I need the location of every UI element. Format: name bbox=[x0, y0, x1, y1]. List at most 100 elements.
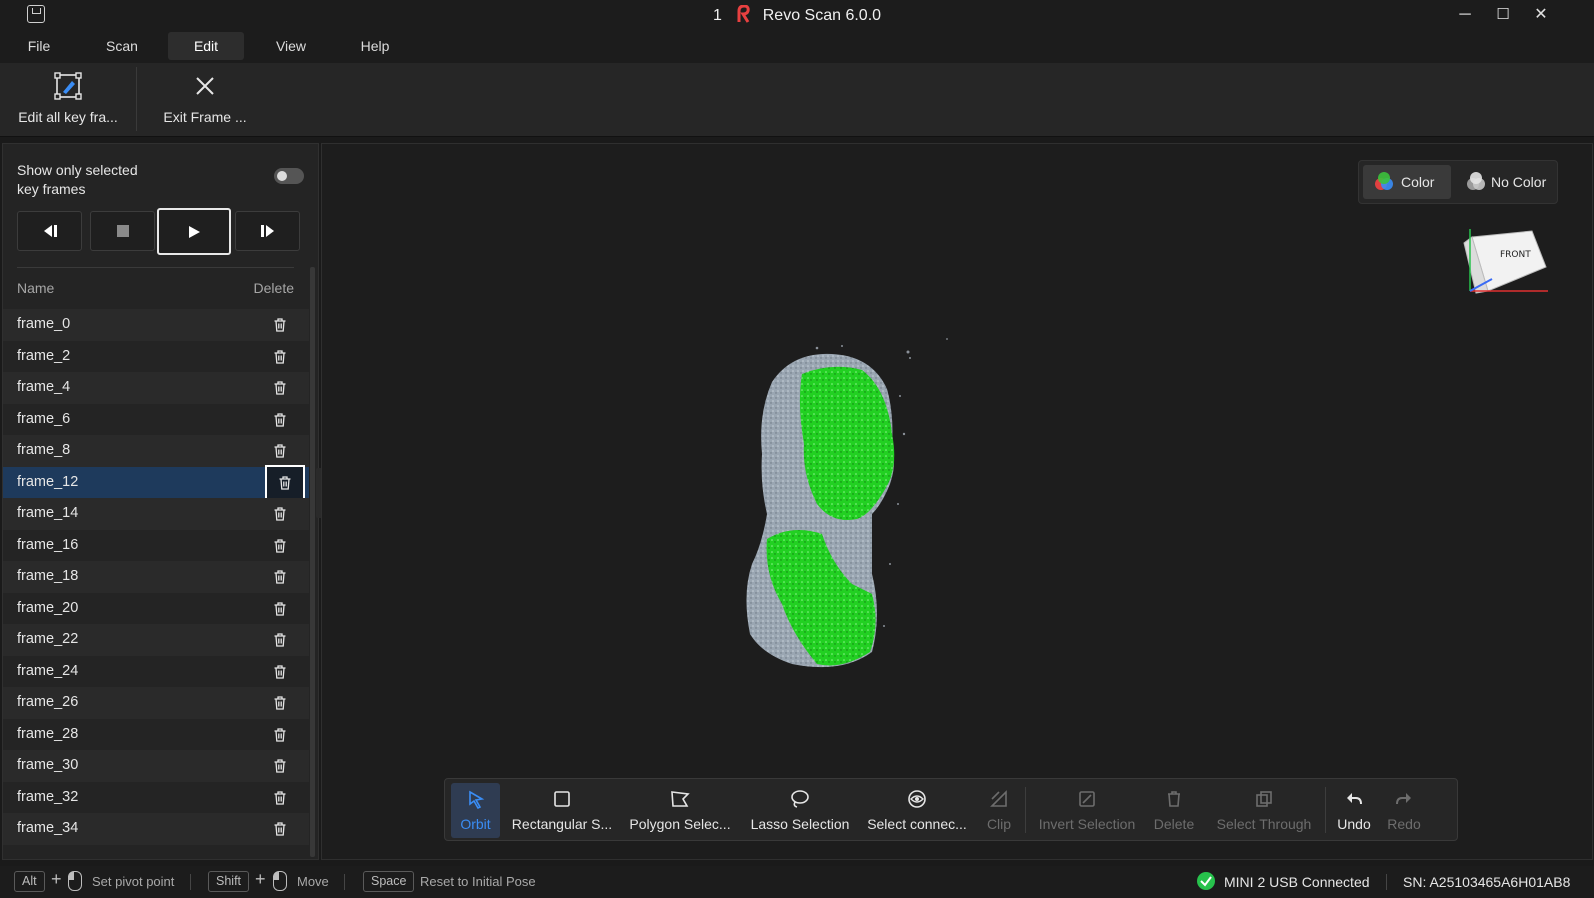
frame-row[interactable]: frame_6 bbox=[3, 403, 309, 435]
frame-row[interactable]: frame_2 bbox=[3, 340, 309, 372]
title-text: Revo Scan 6.0.0 bbox=[762, 7, 882, 24]
next-frame-button[interactable] bbox=[235, 211, 300, 251]
minimize-button[interactable]: ─ bbox=[1450, 4, 1480, 26]
view-cube[interactable]: FRONT bbox=[1462, 227, 1552, 299]
show-selected-label: Show only selected key frames bbox=[17, 161, 217, 199]
delete-frame-button[interactable] bbox=[269, 787, 291, 809]
frame-name: frame_34 bbox=[17, 820, 79, 836]
status-divider bbox=[190, 874, 191, 890]
edit-all-key-frames-label: Edit all key fra... bbox=[18, 109, 118, 125]
select-connected-tool[interactable]: Select connec... bbox=[863, 783, 971, 838]
frame-list-scrollbar[interactable] bbox=[310, 267, 315, 857]
trash-icon bbox=[274, 759, 286, 773]
frame-row[interactable]: frame_18 bbox=[3, 561, 309, 593]
color-label: Color bbox=[1401, 174, 1435, 190]
delete-frame-button[interactable] bbox=[269, 818, 291, 840]
color-mode-button[interactable]: Color bbox=[1363, 165, 1451, 199]
delete-frame-button[interactable] bbox=[265, 464, 305, 501]
delete-frame-button[interactable] bbox=[269, 598, 291, 620]
color-circles-icon bbox=[1375, 172, 1393, 190]
delete-frame-button[interactable] bbox=[269, 377, 291, 399]
frame-row[interactable]: frame_8 bbox=[3, 435, 309, 467]
delete-frame-button[interactable] bbox=[269, 409, 291, 431]
frame-name: frame_30 bbox=[17, 757, 79, 773]
trash-icon bbox=[274, 349, 286, 364]
delete-frame-button[interactable] bbox=[269, 566, 291, 588]
trash-icon bbox=[274, 444, 286, 458]
play-button[interactable] bbox=[157, 208, 231, 255]
delete-tool[interactable]: Delete bbox=[1149, 783, 1199, 838]
select-through-tool[interactable]: Select Through bbox=[1209, 783, 1319, 838]
menu-help[interactable]: Help bbox=[350, 32, 400, 60]
selection-toolbar: Orbit Rectangular S... Polygon Selec... … bbox=[444, 778, 1458, 841]
plus-sign: + bbox=[51, 869, 62, 889]
stop-button[interactable] bbox=[90, 211, 155, 251]
clip-tool[interactable]: Clip bbox=[979, 783, 1019, 838]
frame-row[interactable]: frame_30 bbox=[3, 750, 309, 782]
maximize-button[interactable]: ☐ bbox=[1488, 4, 1518, 26]
move-hint: Move bbox=[297, 874, 329, 889]
frame-row[interactable]: frame_4 bbox=[3, 372, 309, 404]
close-button[interactable]: ✕ bbox=[1526, 4, 1556, 26]
delete-frame-button[interactable] bbox=[269, 314, 291, 336]
frame-row[interactable]: frame_28 bbox=[3, 718, 309, 750]
frame-row[interactable]: frame_14 bbox=[3, 498, 309, 530]
show-selected-label-line1: Show only selected bbox=[17, 162, 138, 178]
no-color-mode-button[interactable]: No Color bbox=[1455, 165, 1555, 199]
frame-row[interactable]: frame_0 bbox=[3, 309, 309, 341]
invert-selection-label: Invert Selection bbox=[1038, 816, 1136, 832]
menu-scan[interactable]: Scan bbox=[97, 32, 147, 60]
redo-button[interactable]: Redo bbox=[1381, 783, 1427, 838]
exit-frame-button[interactable]: Exit Frame ... bbox=[150, 63, 260, 137]
delete-frame-button[interactable] bbox=[269, 440, 291, 462]
orbit-tool[interactable]: Orbit bbox=[451, 783, 500, 838]
frame-row[interactable]: frame_12 bbox=[3, 464, 309, 501]
ribbon-divider bbox=[136, 67, 137, 131]
undo-label: Undo bbox=[1337, 816, 1371, 832]
show-selected-toggle[interactable] bbox=[274, 168, 304, 184]
rectangular-selection-tool[interactable]: Rectangular S... bbox=[509, 783, 615, 838]
play-icon bbox=[189, 225, 200, 238]
invert-selection-tool[interactable]: Invert Selection bbox=[1033, 783, 1141, 838]
frame-row[interactable]: frame_32 bbox=[3, 781, 309, 813]
status-divider bbox=[344, 874, 345, 890]
3d-viewport[interactable]: Color No Color FRONT Orbit Rectangular S… bbox=[321, 143, 1593, 860]
delete-frame-button[interactable] bbox=[269, 755, 291, 777]
frame-row[interactable]: frame_34 bbox=[3, 813, 309, 845]
frame-row[interactable]: frame_24 bbox=[3, 655, 309, 687]
frame-row[interactable]: frame_16 bbox=[3, 529, 309, 561]
connection-text: MINI 2 USB Connected bbox=[1224, 874, 1370, 890]
frame-row[interactable]: frame_22 bbox=[3, 624, 309, 656]
space-key-hint: Space bbox=[363, 871, 415, 892]
frame-name: frame_6 bbox=[17, 410, 71, 427]
ribbon-toolbar: Edit all key fra... Exit Frame ... bbox=[0, 63, 1594, 137]
polygon-selection-tool[interactable]: Polygon Selec... bbox=[625, 783, 735, 838]
frame-name: frame_8 bbox=[17, 442, 71, 458]
delete-frame-button[interactable] bbox=[269, 661, 291, 683]
delete-frame-button[interactable] bbox=[269, 724, 291, 746]
set-pivot-hint: Set pivot point bbox=[92, 874, 175, 889]
undo-button[interactable]: Undo bbox=[1331, 783, 1377, 838]
delete-frame-button[interactable] bbox=[269, 503, 291, 525]
frame-name: frame_32 bbox=[17, 788, 79, 805]
delete-frame-button[interactable] bbox=[269, 692, 291, 714]
lasso-selection-tool[interactable]: Lasso Selection bbox=[747, 783, 853, 838]
delete-frame-button[interactable] bbox=[269, 629, 291, 651]
menu-edit[interactable]: Edit bbox=[168, 32, 244, 60]
select-through-label: Select Through bbox=[1216, 816, 1312, 832]
delete-frame-button[interactable] bbox=[269, 346, 291, 368]
menu-view[interactable]: View bbox=[265, 32, 317, 60]
frame-name: frame_22 bbox=[17, 631, 79, 647]
delete-frame-button[interactable] bbox=[269, 535, 291, 557]
previous-frame-button[interactable] bbox=[17, 211, 82, 251]
clip-label: Clip bbox=[986, 816, 1012, 832]
frame-row[interactable]: frame_26 bbox=[3, 687, 309, 719]
frame-row[interactable]: frame_20 bbox=[3, 592, 309, 624]
reset-pose-hint: Reset to Initial Pose bbox=[420, 874, 536, 889]
step-forward-icon bbox=[260, 225, 274, 237]
menu-file[interactable]: File bbox=[19, 32, 59, 60]
lasso-selection-label: Lasso Selection bbox=[750, 816, 850, 832]
edit-all-key-frames-button[interactable]: Edit all key fra... bbox=[8, 63, 128, 137]
shift-key-hint: Shift bbox=[208, 871, 250, 892]
stop-icon bbox=[116, 225, 129, 237]
